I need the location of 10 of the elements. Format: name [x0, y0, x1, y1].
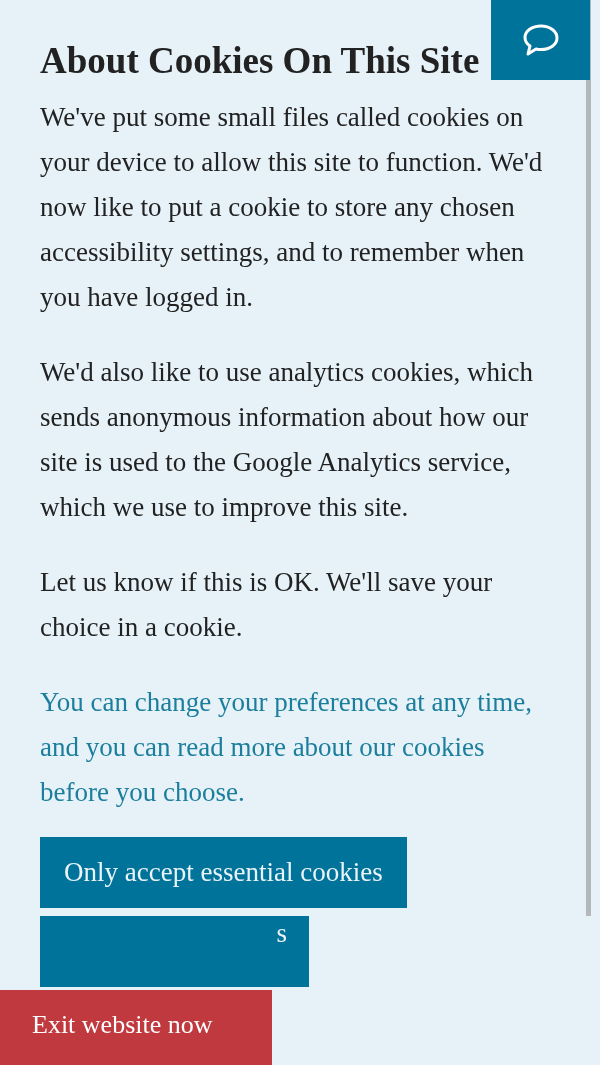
preferences-link[interactable]: You can change your preferences at any time, and you can read more about our cookies before you choose.: [40, 680, 556, 815]
paragraph: We'd also like to use analytics cookies, which sends anonymous information about how our site is used to the Google Analytics service, which we use to improve this site.: [40, 356, 535, 524]
chat-button[interactable]: [491, 0, 590, 80]
paragraph: We've put some small files called cookies on your device to allow this site to function. We'd now like to put a cookie to store any chosen accessibility settings, and to remember when you have logged in.: [40, 101, 544, 314]
accept-essential-button[interactable]: Only accept essential cookies: [40, 837, 407, 908]
speech-bubble-icon: [521, 23, 560, 57]
exit-website-button[interactable]: Exit website now: [0, 990, 272, 1065]
accept-all-button[interactable]: s: [40, 916, 309, 987]
paragraph: Let us know if this is OK. We'll save your choice in a cookie.: [40, 566, 494, 644]
heading: About Cookies On This Site: [40, 39, 481, 83]
